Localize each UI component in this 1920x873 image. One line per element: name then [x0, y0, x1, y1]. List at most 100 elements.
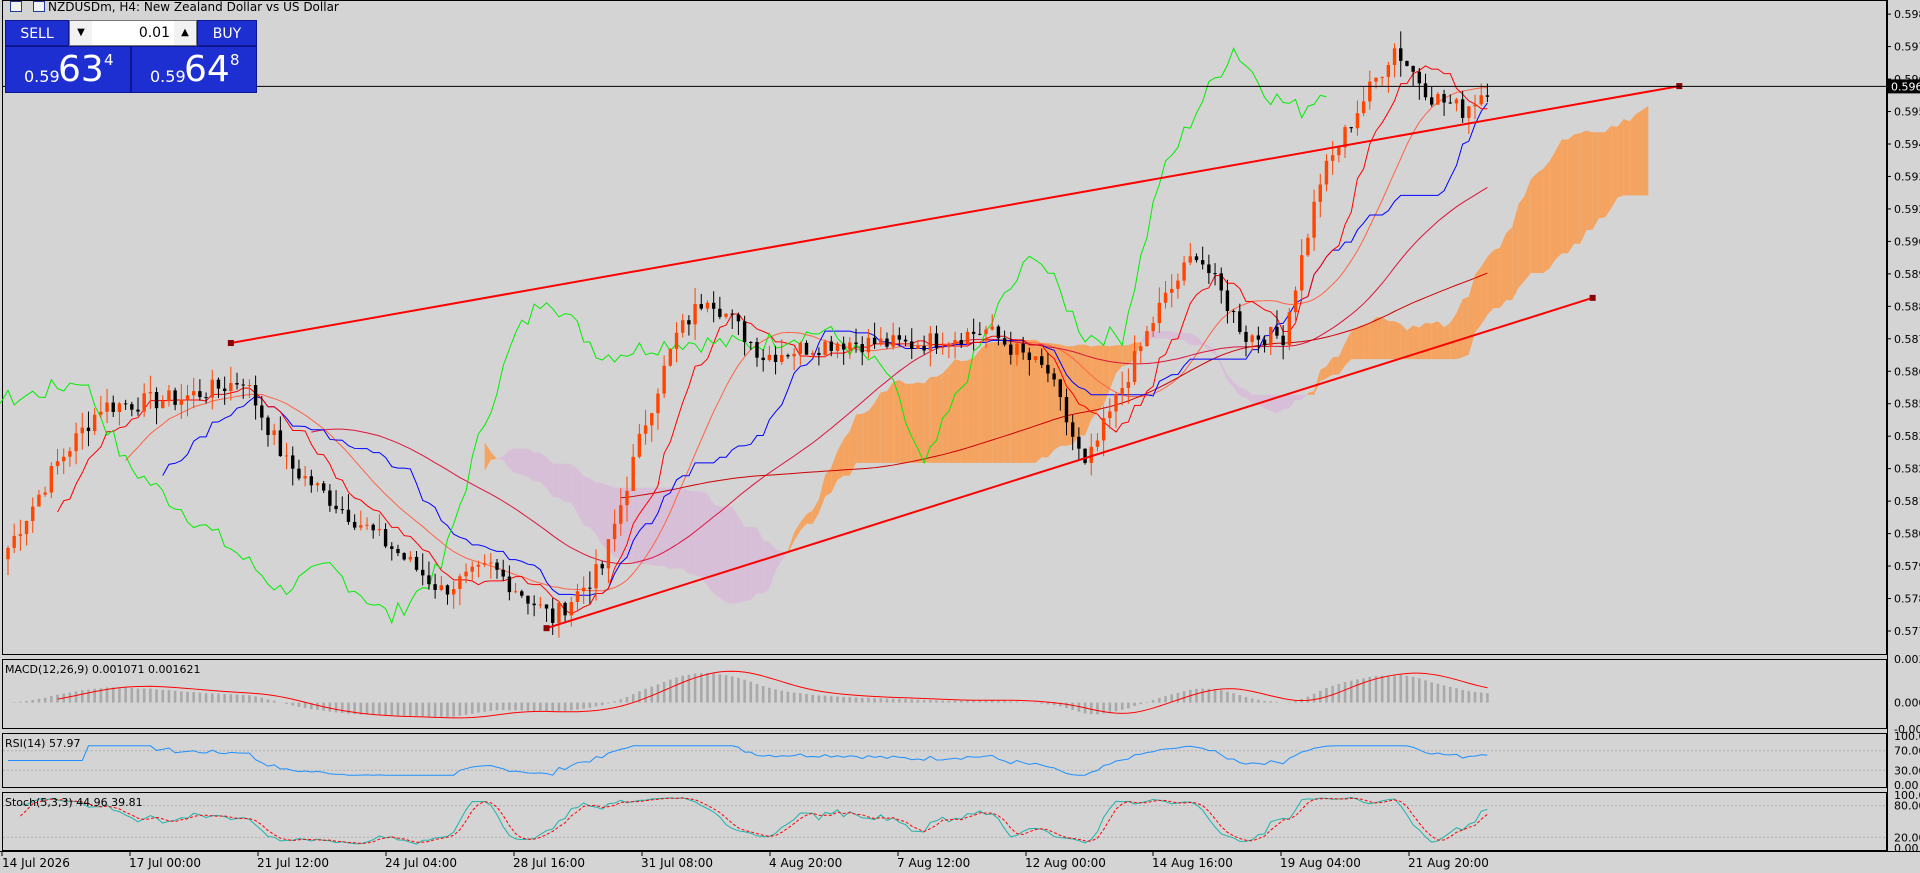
sell-price-box[interactable]: 0.59 63 4 — [5, 46, 131, 93]
buy-button[interactable]: BUY — [197, 20, 257, 46]
chart-menu-icon[interactable] — [10, 1, 22, 12]
buy-price-box[interactable]: 0.59 64 8 — [131, 46, 257, 93]
candle-body — [959, 340, 963, 345]
candle-body — [136, 409, 140, 412]
lot-size-input[interactable] — [94, 23, 174, 43]
candle-body — [1430, 97, 1434, 105]
candle-body — [161, 401, 165, 409]
candle-body — [1238, 311, 1242, 332]
candle-body — [241, 384, 245, 386]
candle-body — [879, 338, 883, 344]
ichimoku-cloud-segment — [812, 499, 819, 524]
candle-body — [1033, 356, 1038, 360]
candle-body — [1200, 260, 1205, 265]
ichimoku-cloud-segment — [719, 506, 727, 603]
main-chart-pane[interactable] — [0, 31, 1887, 638]
price-scale-label: 0.58165 — [1894, 495, 1920, 508]
candle-body — [755, 342, 759, 358]
candle-body — [699, 304, 703, 309]
rsi-pane[interactable]: RSI(14) 57.97 — [3, 737, 1887, 776]
candle-body — [1405, 60, 1409, 66]
candle-body — [1330, 155, 1335, 161]
rsi-scale-label: 30.00 — [1894, 764, 1920, 777]
candle-body — [24, 521, 29, 535]
ichimoku-cloud-segment — [1555, 139, 1562, 260]
price-scale-label: 0.58625 — [1894, 365, 1920, 378]
candle-body — [105, 402, 109, 412]
stoch-pane[interactable]: Stoch(5,3,3) 44.96 39.81 — [3, 796, 1887, 845]
buy-price-sup: 8 — [230, 51, 240, 69]
macd-pane[interactable]: MACD(12,26,9) 0.001071 0.001621 — [5, 663, 1489, 719]
candle-body — [402, 553, 406, 560]
chart-canvas[interactable]: MACD(12,26,9) 0.001071 0.001621 RSI(14) … — [0, 0, 1920, 873]
trendline-handle[interactable] — [543, 625, 550, 632]
ichimoku-cloud-segment — [1437, 321, 1445, 360]
candle-body — [538, 604, 543, 606]
ichimoku-cloud-segment — [862, 410, 869, 463]
candle-body — [885, 338, 889, 347]
ichimoku-cloud-segment — [1301, 392, 1308, 401]
candle-body — [1244, 331, 1248, 342]
ichimoku-cloud-segment — [856, 413, 863, 463]
candle-body — [278, 430, 283, 457]
ichimoku-cloud-segment — [1642, 105, 1649, 196]
candle-body — [940, 347, 945, 349]
candle-body — [631, 456, 635, 491]
candle-body — [1052, 373, 1056, 380]
ichimoku-cloud-segment — [800, 514, 807, 531]
trendline-handle[interactable] — [227, 340, 234, 347]
candle-body — [910, 341, 914, 350]
ichimoku-cloud-segment — [633, 487, 640, 565]
candle-body — [551, 608, 555, 623]
candle-body — [1064, 397, 1069, 423]
candle-body — [786, 355, 790, 357]
ichimoku-cloud-segment — [979, 343, 987, 463]
candle-body — [309, 476, 314, 486]
candle-body — [811, 352, 815, 355]
ichimoku-cloud-segment — [1338, 343, 1346, 375]
candle-body — [204, 397, 208, 399]
candle-body — [303, 476, 307, 479]
candle-body — [1312, 201, 1316, 238]
chart-window-icon[interactable] — [33, 1, 45, 12]
ichimoku-cloud-segment — [558, 463, 566, 502]
time-axis-label: 14 Jul 2026 — [2, 856, 70, 870]
candle-body — [1207, 264, 1211, 274]
sell-button[interactable]: SELL — [5, 20, 69, 46]
candle-body — [507, 576, 512, 593]
ichimoku-cloud-segment — [651, 487, 658, 567]
candle-body — [371, 524, 375, 531]
candle-body — [1473, 104, 1477, 107]
ichimoku-cloud-segment — [998, 342, 1005, 463]
candle-body — [253, 385, 258, 406]
candle-body — [1324, 160, 1329, 185]
candle-body — [804, 342, 809, 355]
ichimoku-cloud-segment — [769, 542, 776, 589]
stoch-signal-line — [20, 797, 1488, 844]
trendline-handle[interactable] — [1589, 294, 1596, 301]
candle-body — [235, 383, 239, 385]
candle-body — [1417, 71, 1422, 84]
candle-body — [563, 602, 567, 616]
candle-body — [1380, 76, 1384, 78]
ichimoku-cloud-segment — [806, 510, 813, 524]
candle-body — [43, 492, 47, 495]
candle-body — [1355, 113, 1360, 129]
candle-body — [1306, 237, 1310, 256]
candle-body — [1126, 382, 1131, 388]
candle-body — [557, 602, 561, 623]
ichimoku-cloud-segment — [1524, 179, 1531, 282]
ichimoku-cloud-segment — [732, 506, 739, 605]
ichimoku-cloud-segment — [1326, 357, 1333, 379]
ichimoku-cloud-segment — [1567, 134, 1575, 254]
lot-increase-button[interactable]: ▲ — [174, 21, 196, 45]
ichimoku-cloud-segment — [1617, 119, 1624, 198]
lot-decrease-button[interactable]: ▼ — [70, 21, 92, 45]
ichimoku-cloud-segment — [955, 359, 962, 463]
candle-body — [179, 399, 184, 405]
ichimoku-cloud-segment — [1530, 172, 1537, 273]
candle-body — [650, 413, 654, 426]
ichimoku-cloud-segment — [1382, 317, 1389, 360]
candle-body — [687, 320, 691, 325]
ichimoku-cloud-segment — [1487, 250, 1494, 315]
